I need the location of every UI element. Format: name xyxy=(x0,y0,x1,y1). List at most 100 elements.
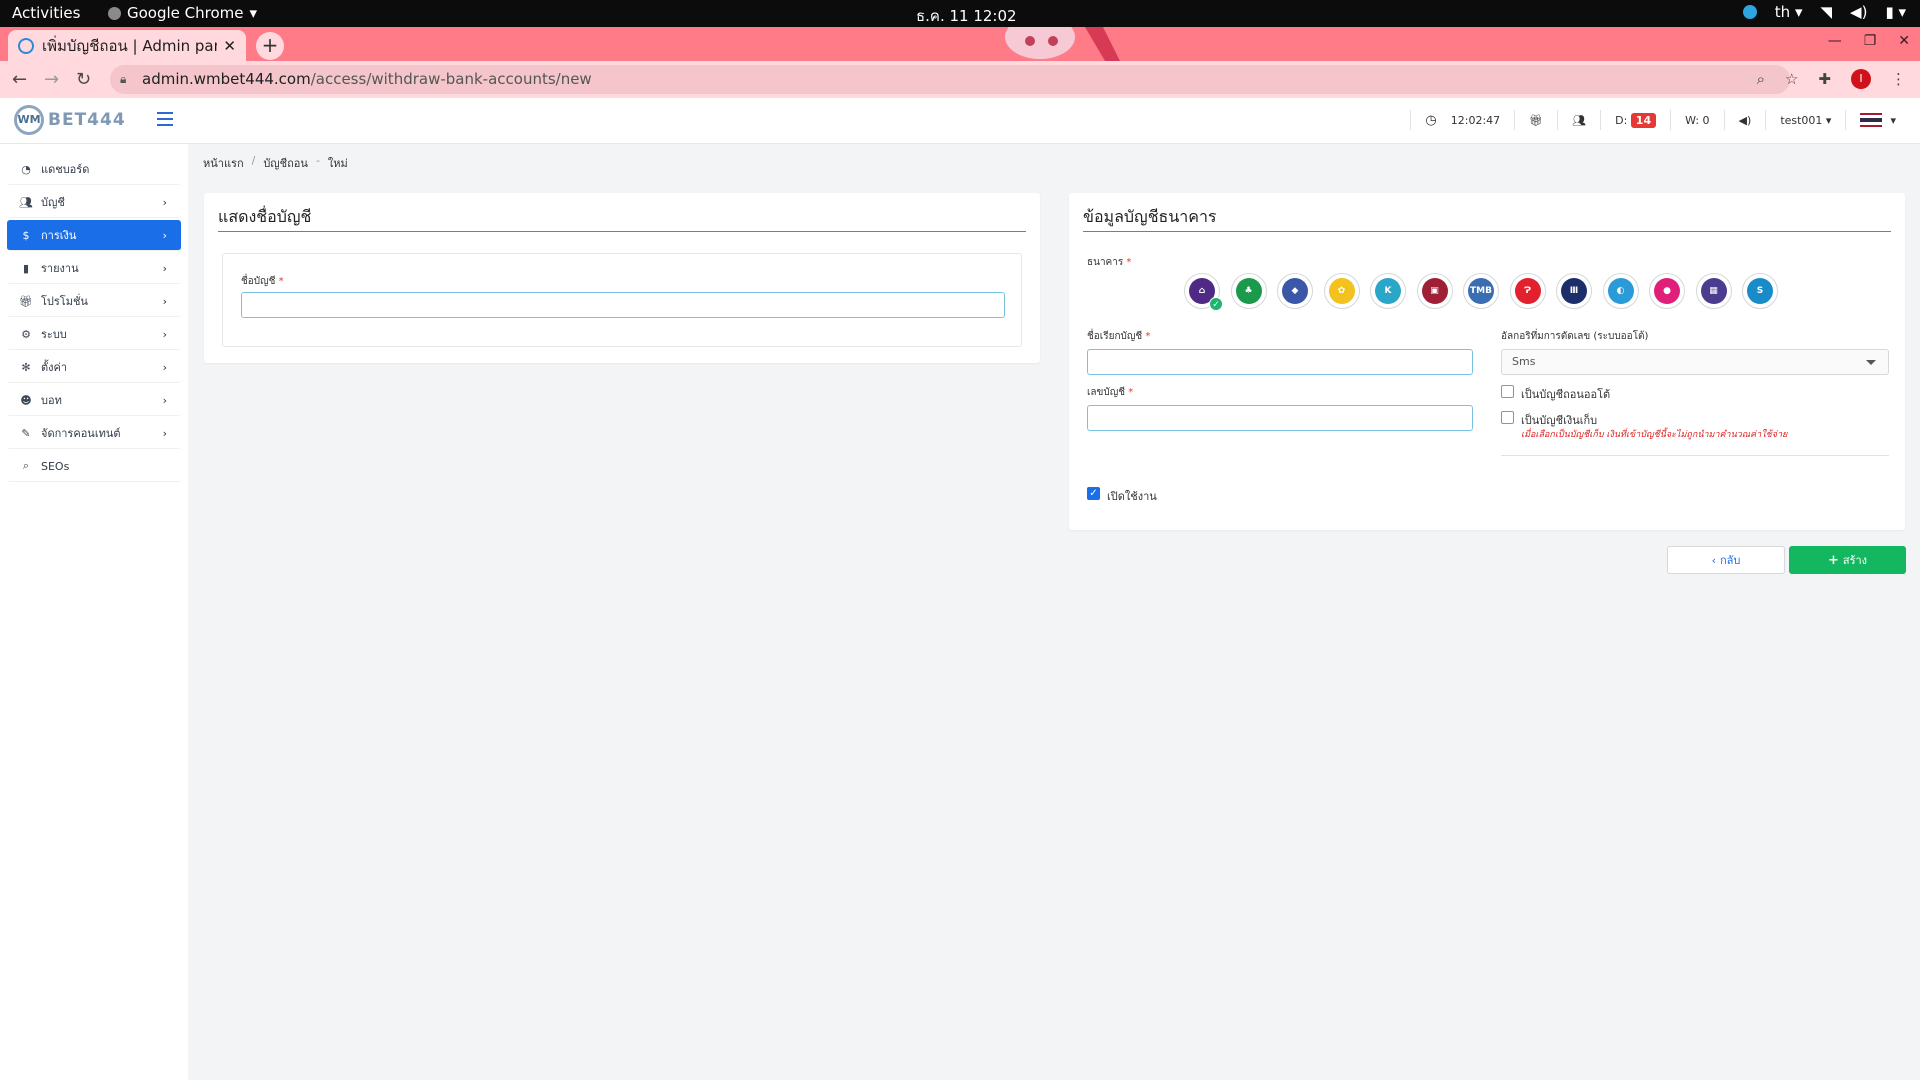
system-clock[interactable]: ธ.ค. 11 12:02 xyxy=(916,4,1017,28)
account-number-input[interactable] xyxy=(1087,405,1473,431)
create-button[interactable]: + สร้าง xyxy=(1789,546,1906,574)
breadcrumb-section[interactable]: บัญชีถอน xyxy=(263,154,308,172)
gift-icon[interactable]: 🎁︎ xyxy=(1529,114,1543,127)
maximize-icon[interactable]: ❐ xyxy=(1864,33,1877,49)
sidebar-item-bot[interactable]: ☻ บอท › xyxy=(7,385,181,416)
users-icon[interactable]: 👥︎ xyxy=(1572,114,1586,127)
browser-tab[interactable]: เพิ่มบัญชีถอน | Admin panel ✕ xyxy=(8,30,246,61)
activities-button[interactable]: Activities xyxy=(12,4,80,22)
sidebar-item-accounts[interactable]: 👥︎ บัญชี › xyxy=(7,187,181,218)
site-logo[interactable]: WM BET444 xyxy=(14,105,126,135)
app-menu[interactable]: Google Chrome ▾ xyxy=(108,4,257,22)
sidebar-item-settings[interactable]: ✻ ตั้งค่า › xyxy=(7,352,181,383)
volume-icon: ◀) xyxy=(1850,3,1868,21)
sidebar-item-reports[interactable]: ▮ รายงาน › xyxy=(7,253,181,284)
sound-icon[interactable]: ◀) xyxy=(1739,114,1752,127)
chevron-right-icon: › xyxy=(162,195,167,209)
user-menu[interactable]: test001 ▾ xyxy=(1780,114,1831,127)
telegram-icon[interactable] xyxy=(1742,5,1757,19)
reload-icon[interactable]: ↻ xyxy=(76,69,91,90)
bay-bank-icon[interactable]: ✿ xyxy=(1323,273,1360,309)
account-alias-label: ชื่อเรียกบัญชี * xyxy=(1087,331,1151,342)
withdraw-counter[interactable]: W: 0 xyxy=(1685,114,1709,127)
toolbar-icons: ⌕ ☆ ✚ I ⋮ xyxy=(1757,69,1906,89)
sidebar-item-system[interactable]: ⚙︎ ระบบ › xyxy=(7,319,181,350)
url-host: admin.wmbet444.com xyxy=(142,70,311,88)
card-title: แสดงชื่อบัญชี xyxy=(218,207,312,226)
ktb-bank-icon[interactable]: ◆ xyxy=(1277,273,1313,309)
bank-logo-glyph: K xyxy=(1375,278,1401,304)
close-window-icon[interactable]: ✕ xyxy=(1898,33,1910,49)
uob-bank-icon[interactable]: Ⅲ xyxy=(1556,273,1592,309)
sidebar-item-label: แดชบอร์ด xyxy=(41,163,90,176)
forward-arrow-icon[interactable]: → xyxy=(44,69,59,90)
sidebar-item-promotions[interactable]: 🎁︎ โปรโมชั่น › xyxy=(7,286,181,317)
breadcrumb-home[interactable]: หน้าแรก xyxy=(203,154,244,172)
bank-logo-glyph: ● xyxy=(1654,278,1680,304)
new-tab-button[interactable]: + xyxy=(256,32,284,60)
extensions-icon[interactable]: ✚ xyxy=(1818,70,1831,88)
battery-icon: ▮ ▾ xyxy=(1885,3,1906,21)
savings-hint: เมื่อเลือกเป็นบัญชีเก็บ เงินที่เข้าบัญชี… xyxy=(1521,430,1788,440)
back-arrow-icon[interactable]: ← xyxy=(12,69,27,90)
chevron-right-icon: › xyxy=(162,360,167,374)
account-alias-input[interactable] xyxy=(1087,349,1473,375)
zoom-icon[interactable]: ⌕ xyxy=(1757,70,1765,88)
bbl-bank-icon[interactable]: ◐ xyxy=(1602,273,1639,309)
logo-text: BET444 xyxy=(48,110,126,130)
sidebar-item-content[interactable]: ✎ จัดการคอนเทนต์ › xyxy=(7,418,181,449)
system-tray[interactable]: th ▾ ◥ ◀) ▮ ▾ xyxy=(1742,3,1906,21)
sidebar-item-label: บัญชี xyxy=(41,196,65,209)
minimize-icon[interactable]: — xyxy=(1828,33,1842,49)
input-language[interactable]: th ▾ xyxy=(1775,3,1803,21)
baac-bank-icon[interactable]: ▦ xyxy=(1695,273,1732,309)
breadcrumb-current: ใหม่ xyxy=(327,157,348,170)
gear-icon: ✻ xyxy=(21,360,31,374)
theme-artwork xyxy=(1005,27,1120,61)
account-name-group: ชื่อบัญชี * xyxy=(222,253,1022,347)
address-bar[interactable]: 🔒︎ admin.wmbet444.com/access/withdraw-ba… xyxy=(110,65,1790,94)
bank-logo-glyph: ▦ xyxy=(1700,278,1727,304)
chevron-right-icon: › xyxy=(162,261,167,275)
browser-menu-icon[interactable]: ⋮ xyxy=(1891,70,1906,88)
bank-label: ธนาคาร * xyxy=(1087,257,1132,268)
kkp-bank-icon[interactable]: K xyxy=(1370,273,1406,309)
gsb-bank-icon[interactable]: ● xyxy=(1649,273,1685,309)
cimb-bank-icon[interactable]: Ɂ xyxy=(1509,273,1546,309)
chevron-down-icon: ▾ xyxy=(249,4,258,22)
sidebar-item-label: บอท xyxy=(41,394,62,407)
browser-tab-strip: เพิ่มบัญชีถอน | Admin panel ✕ + — ❐ ✕ xyxy=(0,27,1920,61)
scb-bank-icon[interactable]: ⌂ ✓ xyxy=(1184,273,1223,311)
server-time: 12:02:47 xyxy=(1450,113,1501,127)
language-selector[interactable]: ▾ xyxy=(1860,113,1896,127)
close-tab-icon[interactable]: ✕ xyxy=(223,37,236,55)
account-name-input[interactable] xyxy=(241,292,1005,318)
sidebar-item-finance[interactable]: $ การเงิน › xyxy=(7,220,181,251)
sidebar-item-label: ระบบ xyxy=(41,328,67,341)
profile-avatar[interactable]: I xyxy=(1851,69,1871,89)
thai-flag-icon xyxy=(1860,113,1883,127)
deposit-badge: 14 xyxy=(1630,112,1657,128)
back-button[interactable]: ‹ กลับ xyxy=(1667,546,1785,574)
chevron-right-icon: › xyxy=(162,393,167,407)
file-icon: ▮ xyxy=(22,261,30,275)
dollar-icon: $ xyxy=(22,228,30,242)
tisco-bank-icon[interactable]: ▣ xyxy=(1416,273,1453,309)
tmb-bank-icon[interactable]: TMB xyxy=(1463,273,1499,309)
scbt-bank-icon[interactable]: S xyxy=(1742,273,1778,309)
bookmark-star-icon[interactable]: ☆ xyxy=(1785,70,1798,88)
enabled-checkbox[interactable]: ✓ xyxy=(1087,487,1100,500)
deposit-counter[interactable]: D: 14 xyxy=(1615,112,1657,128)
sidebar-item-dashboard[interactable]: ◔ แดชบอร์ด xyxy=(7,154,181,185)
hamburger-menu-icon[interactable] xyxy=(157,112,173,126)
savings-account-checkbox[interactable] xyxy=(1501,411,1514,424)
lock-icon[interactable]: 🔒︎ xyxy=(120,65,126,94)
algorithm-select[interactable]: Sms xyxy=(1501,349,1889,375)
os-top-bar: Activities Google Chrome ▾ ธ.ค. 11 12:02… xyxy=(0,0,1920,27)
users-icon: 👥︎ xyxy=(19,195,33,209)
kbank-bank-icon[interactable]: ♣ xyxy=(1230,273,1267,309)
sidebar-item-seos[interactable]: ⌕ SEOs xyxy=(7,451,181,482)
auto-withdraw-checkbox[interactable] xyxy=(1501,385,1514,398)
edit-icon: ✎ xyxy=(21,426,31,440)
tab-title: เพิ่มบัญชีถอน | Admin panel xyxy=(42,36,218,55)
